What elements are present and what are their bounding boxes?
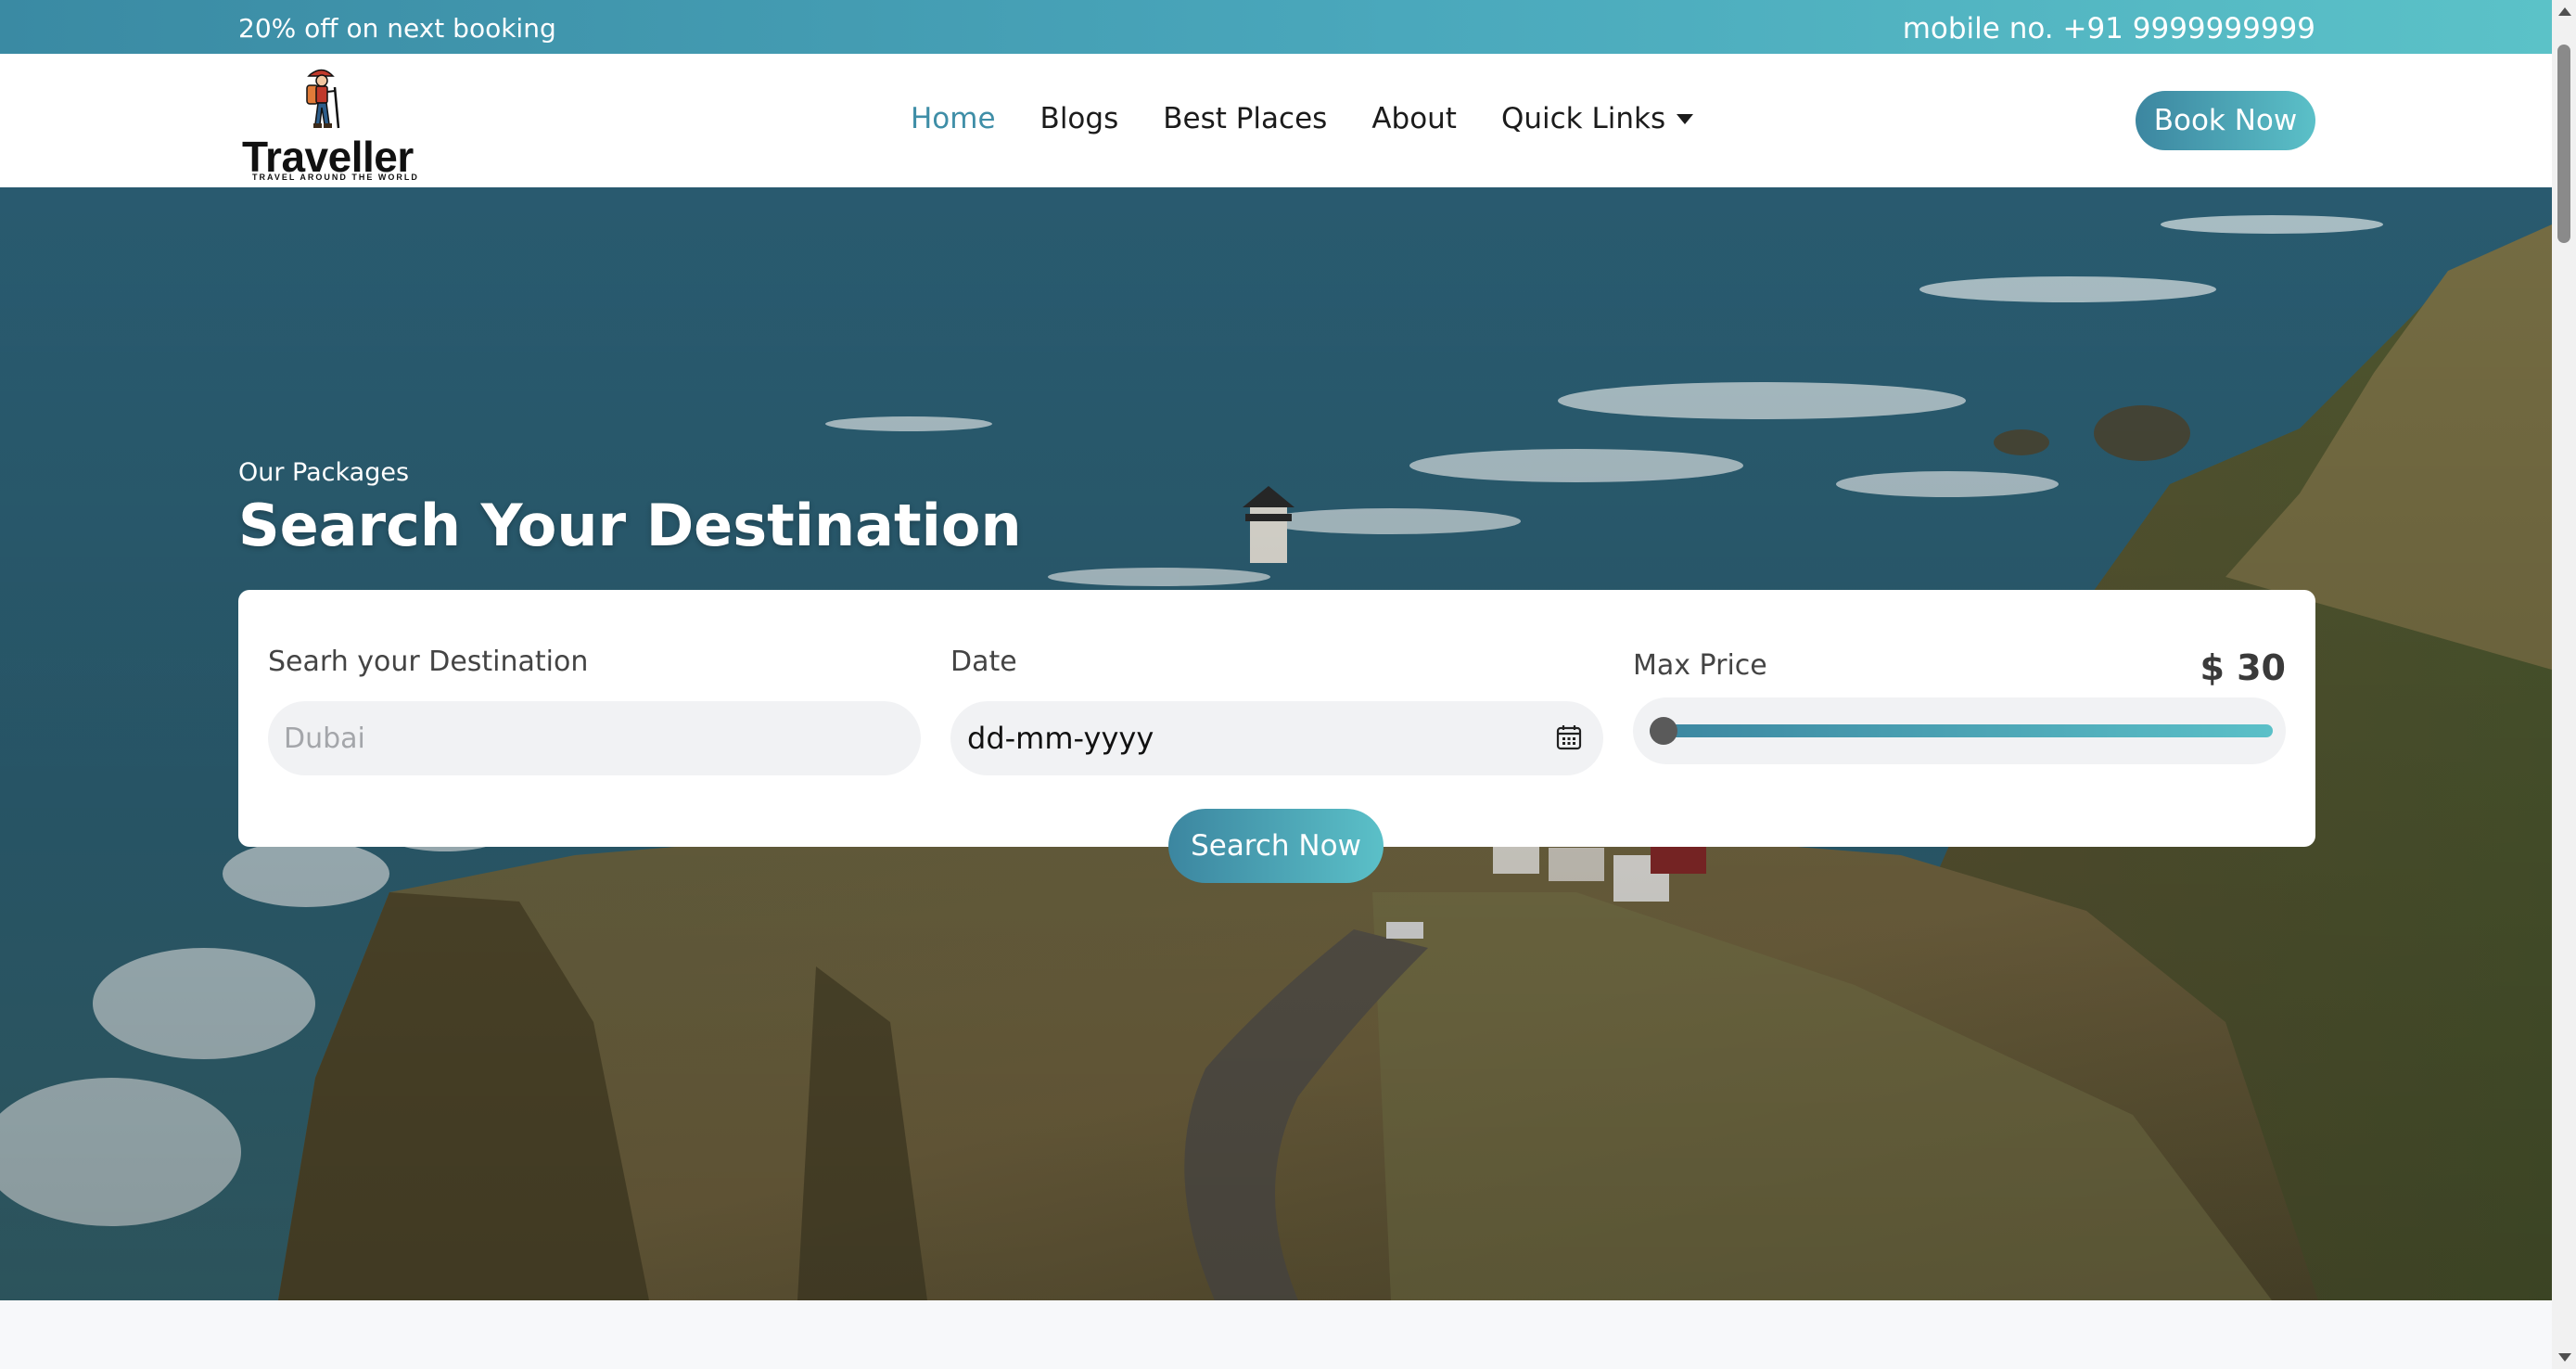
price-slider-thumb[interactable]: [1650, 717, 1677, 745]
destination-field[interactable]: [268, 701, 921, 775]
nav-about[interactable]: About: [1371, 102, 1457, 135]
max-price-value: $ 30: [2200, 647, 2286, 688]
date-field[interactable]: dd-mm-yyyy: [950, 701, 1603, 775]
nav-quick-links[interactable]: Quick Links: [1500, 102, 1694, 135]
price-slider-track[interactable]: [1650, 724, 2273, 737]
navbar: Traveller TRAVEL AROUND THE WORLD Home B…: [0, 54, 2552, 187]
scroll-up-arrow-icon[interactable]: [2558, 7, 2571, 16]
promo-text: 20% off on next booking: [238, 13, 556, 44]
caret-down-icon: [1677, 113, 1694, 124]
hiker-icon: [306, 69, 340, 129]
destination-label: Searh your Destination: [268, 646, 589, 678]
hero-title: Search Your Destination: [238, 492, 1022, 559]
scrollbar-thumb[interactable]: [2557, 45, 2570, 243]
announcement-bar: 20% off on next booking mobile no. +91 9…: [0, 0, 2552, 54]
scroll-down-arrow-icon[interactable]: [2558, 1353, 2571, 1362]
max-price-field: [1633, 697, 2286, 764]
nav-quick-links-label: Quick Links: [1500, 102, 1666, 135]
nav-best-places[interactable]: Best Places: [1163, 102, 1327, 135]
nav-blogs[interactable]: Blogs: [1040, 102, 1119, 135]
destination-input[interactable]: [268, 701, 921, 775]
next-section: [0, 1300, 2552, 1369]
page-scrollbar[interactable]: [2552, 0, 2576, 1369]
max-price-label: Max Price: [1633, 649, 1767, 682]
main-nav: Home Blogs Best Places About Quick Links: [911, 102, 1694, 135]
search-now-button[interactable]: Search Now: [1168, 809, 1384, 883]
date-label: Date: [950, 646, 1017, 678]
logo-tagline: TRAVEL AROUND THE WORLD: [252, 173, 419, 182]
nav-home[interactable]: Home: [911, 102, 996, 135]
calendar-icon[interactable]: [1555, 723, 1583, 751]
hero-subtitle: Our Packages: [238, 458, 410, 487]
book-now-button[interactable]: Book Now: [2136, 91, 2315, 150]
phone-number: mobile no. +91 9999999999: [1902, 12, 2315, 45]
logo[interactable]: Traveller TRAVEL AROUND THE WORLD: [238, 67, 424, 182]
date-input-value: dd-mm-yyyy: [967, 721, 1154, 756]
